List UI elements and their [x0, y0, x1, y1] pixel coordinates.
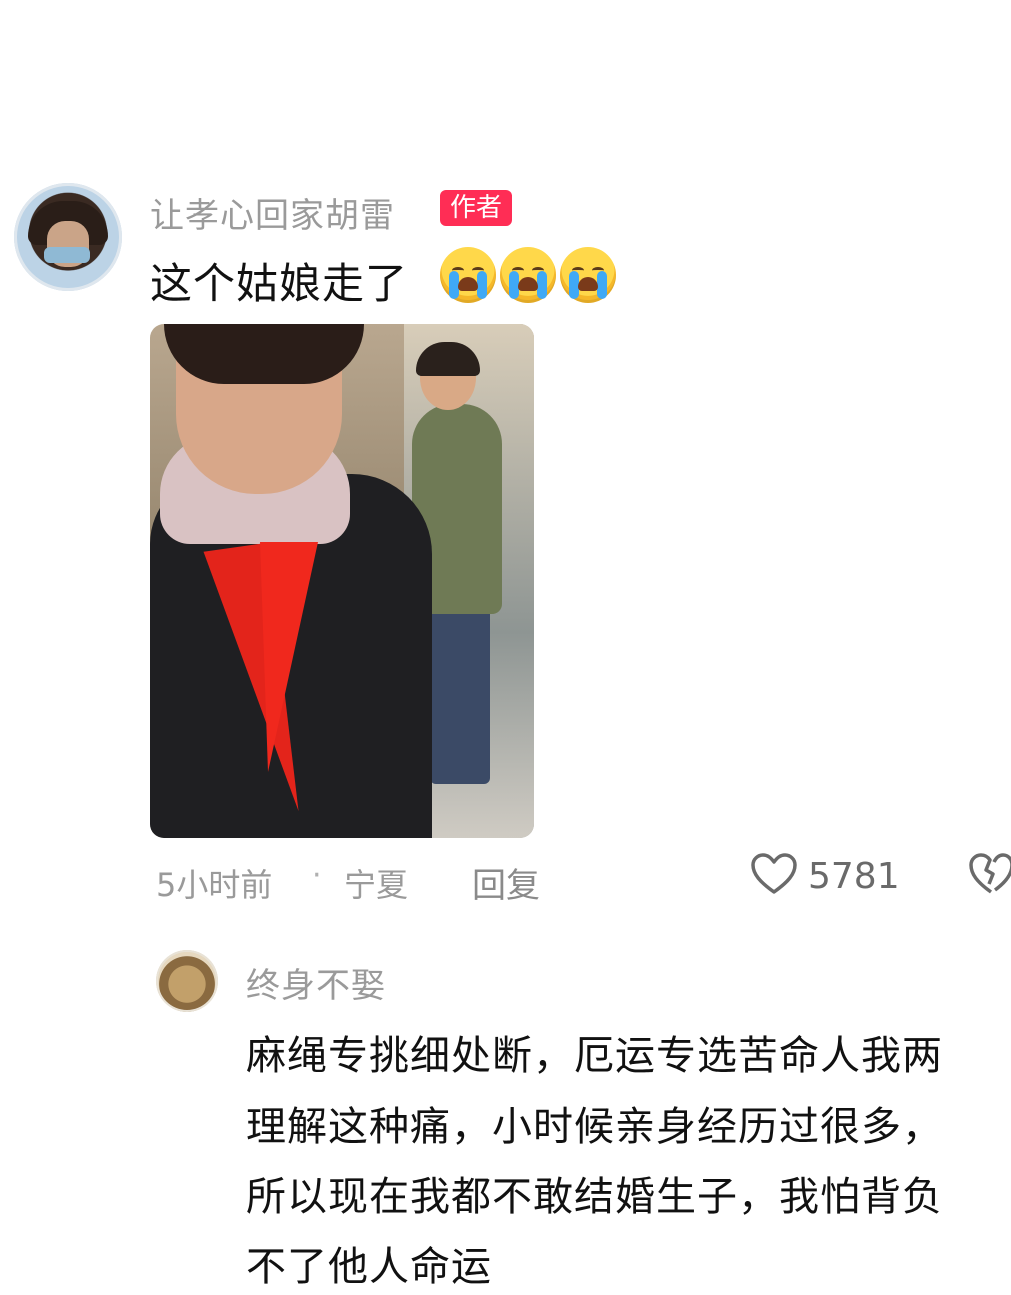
reply-text-line: 理解这种痛，小时候亲身经历过很多，: [246, 1104, 943, 1150]
comment-username[interactable]: 让孝心回家胡雷: [150, 188, 395, 237]
reply-avatar[interactable]: [156, 950, 218, 1012]
comment-time: 5小时前: [156, 866, 273, 904]
reply-username[interactable]: 终身不娶: [246, 958, 386, 1007]
comment-photo[interactable]: [150, 324, 534, 838]
crying-face-emoji-icon: [440, 247, 496, 303]
like-count: 5781: [808, 856, 900, 897]
comment-text: 这个姑娘走了: [150, 259, 409, 308]
avatar[interactable]: [14, 183, 122, 291]
broken-heart-icon[interactable]: [968, 852, 1011, 896]
author-badge: 作者: [440, 190, 513, 226]
reply-text-line: 所以现在我都不敢结婚生子，我怕背负: [246, 1174, 943, 1220]
meta-separator: ·: [312, 858, 322, 893]
crying-face-emoji-icon: [560, 247, 616, 303]
reply-text-line: 不了他人命运: [246, 1244, 492, 1290]
reply-text-line: 麻绳专挑细处断，厄运专选苦命人我两: [246, 1033, 943, 1079]
reply-button[interactable]: 回复: [472, 858, 540, 907]
heart-icon[interactable]: [750, 852, 798, 896]
crying-face-emoji-icon: [500, 247, 556, 303]
comment-location: 宁夏: [344, 866, 409, 904]
